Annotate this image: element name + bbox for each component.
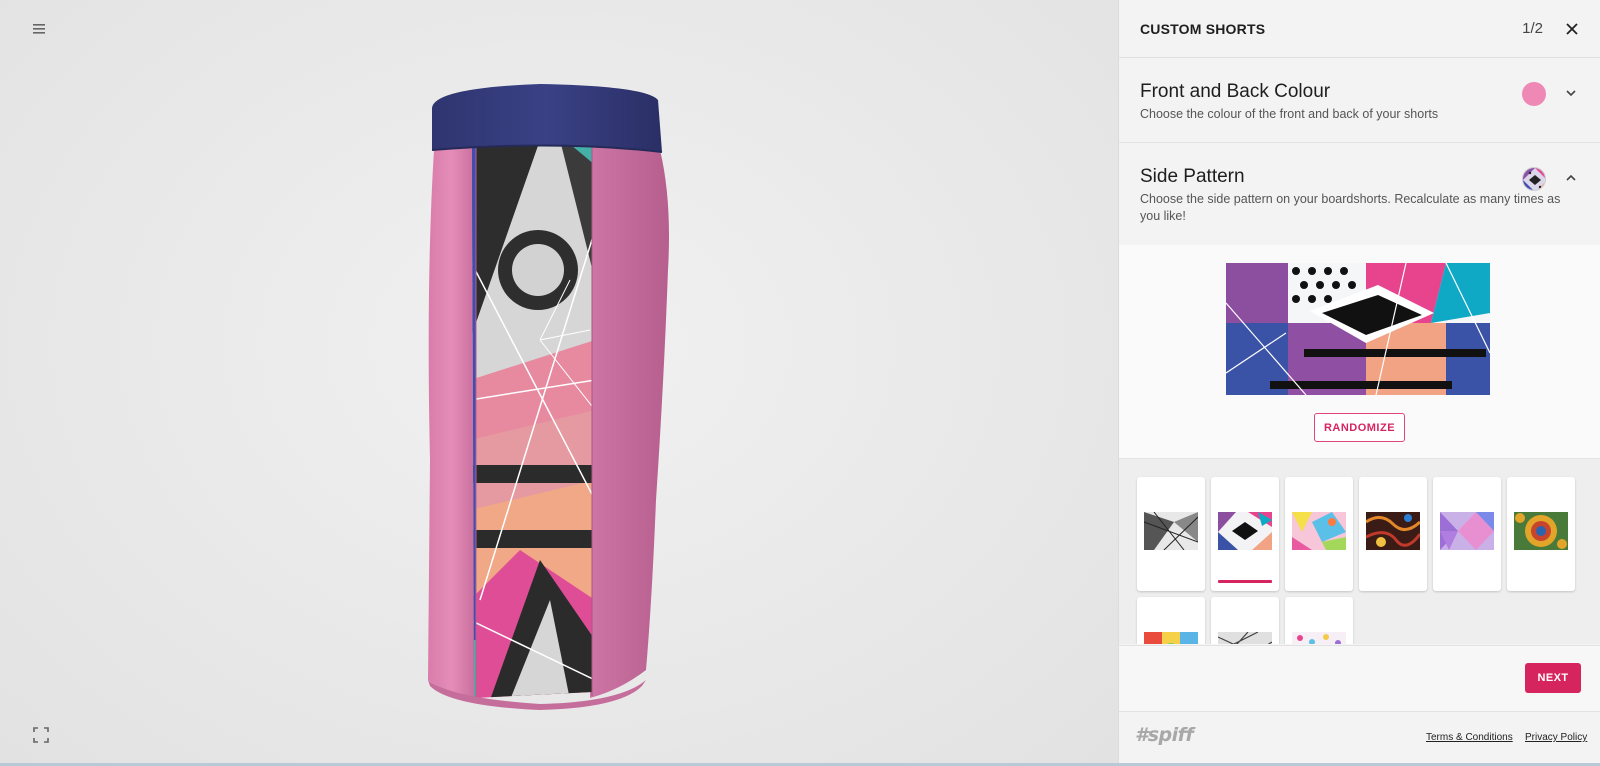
terms-link[interactable]: Terms & Conditions — [1426, 732, 1513, 743]
brand-footer: #spiff Terms & Conditions Privacy Policy — [1119, 711, 1600, 763]
product-viewer[interactable] — [0, 0, 1118, 766]
colour-section-description: Choose the colour of the front and back … — [1140, 107, 1439, 121]
pattern-section-description: Choose the side pattern on your boardsho… — [1140, 192, 1561, 223]
fullscreen-icon[interactable] — [32, 726, 50, 744]
customizer-panel: CUSTOM SHORTS 1/2 Front and Back Colour … — [1118, 0, 1600, 763]
chevron-down-icon[interactable] — [1564, 88, 1578, 98]
panel-title: CUSTOM SHORTS — [1140, 20, 1266, 37]
randomize-button[interactable]: RANDOMIZE — [1314, 413, 1405, 442]
hamburger-menu-icon[interactable] — [31, 20, 51, 38]
pattern-thumbnail[interactable] — [1285, 597, 1353, 644]
step-footer: NEXT — [1119, 645, 1600, 711]
pattern-thumbnail[interactable] — [1137, 477, 1205, 591]
pattern-section[interactable]: Side Pattern Choose the side pattern on … — [1119, 143, 1600, 245]
pattern-section-title: Side Pattern — [1140, 166, 1245, 187]
colour-swatch[interactable] — [1522, 82, 1546, 106]
pattern-preview-image — [1226, 263, 1490, 395]
pattern-thumbnail[interactable] — [1433, 477, 1501, 591]
chevron-up-icon[interactable] — [1564, 173, 1578, 183]
pattern-thumbnail[interactable] — [1507, 477, 1575, 591]
privacy-link[interactable]: Privacy Policy — [1525, 732, 1587, 743]
shorts-3d-model[interactable] — [420, 80, 690, 730]
colour-section-title: Front and Back Colour — [1140, 81, 1331, 102]
pattern-thumbnail[interactable] — [1211, 597, 1279, 644]
next-button[interactable]: NEXT — [1525, 663, 1581, 693]
pattern-preview-area: RANDOMIZE — [1119, 245, 1600, 458]
pattern-thumbnail[interactable] — [1137, 597, 1205, 644]
colour-section[interactable]: Front and Back Colour Choose the colour … — [1119, 58, 1600, 143]
close-icon[interactable] — [1564, 21, 1580, 37]
pattern-swatch[interactable] — [1522, 167, 1546, 191]
pattern-thumbnail[interactable] — [1359, 477, 1427, 591]
pattern-thumbnail[interactable] — [1285, 477, 1353, 591]
spiff-logo[interactable]: #spiff — [1135, 724, 1194, 746]
pattern-thumbnail-selected[interactable] — [1211, 477, 1279, 591]
selected-indicator — [1218, 580, 1272, 583]
step-counter: 1/2 — [1522, 20, 1543, 37]
pattern-thumbnail-grid — [1119, 458, 1600, 644]
panel-header: CUSTOM SHORTS 1/2 — [1119, 0, 1600, 58]
